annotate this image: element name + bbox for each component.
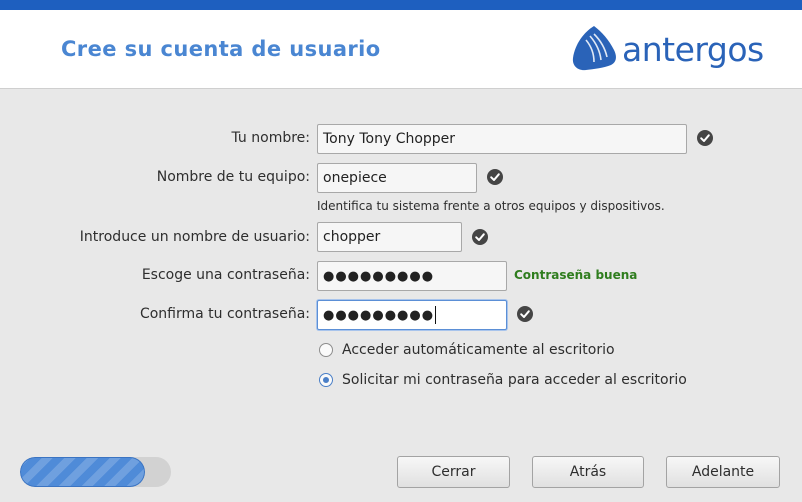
name-field[interactable]: Tony Tony Chopper	[317, 124, 687, 154]
hostname-hint: Identifica tu sistema frente a otros equ…	[317, 199, 665, 213]
password-label: Escoge una contraseña:	[141, 267, 310, 283]
install-progress-bar	[20, 457, 171, 487]
username-valid-check-icon	[472, 229, 488, 245]
username-field[interactable]: chopper	[317, 222, 462, 252]
password-masked-value: ●●●●●●●●●	[323, 269, 435, 284]
confirm-password-label: Confirma tu contraseña:	[139, 306, 310, 322]
radio-auto-login-button[interactable]	[319, 343, 333, 357]
radio-auto-login-label: Acceder automáticamente al escritorio	[342, 342, 615, 358]
next-button[interactable]: Adelante	[666, 456, 780, 488]
top-accent-bar	[0, 0, 802, 10]
radio-require-password-button[interactable]	[319, 373, 333, 387]
name-valid-check-icon	[697, 130, 713, 146]
radio-require-password-label: Solicitar mi contraseña para acceder al …	[342, 372, 687, 388]
password-field[interactable]: ●●●●●●●●●	[317, 261, 507, 291]
password-strength-label: Contraseña buena	[514, 268, 638, 282]
antergos-logo: antergos	[570, 24, 764, 82]
page-title: Cree su cuenta de usuario	[61, 37, 381, 61]
antergos-logo-icon	[572, 26, 616, 71]
hostname-field[interactable]: onepiece	[317, 163, 477, 193]
radio-require-password[interactable]: Solicitar mi contraseña para acceder al …	[319, 372, 687, 388]
text-caret	[435, 306, 437, 324]
username-label: Introduce un nombre de usuario:	[79, 229, 310, 245]
install-progress-fill	[20, 457, 146, 487]
confirm-password-field[interactable]: ●●●●●●●●●	[317, 300, 507, 330]
header: Cree su cuenta de usuario antergos	[0, 10, 802, 89]
hostname-valid-check-icon	[487, 169, 503, 185]
hostname-label: Nombre de tu equipo:	[156, 169, 310, 185]
back-button[interactable]: Atrás	[532, 456, 644, 488]
confirm-password-masked-value: ●●●●●●●●●	[323, 308, 435, 323]
confirm-valid-check-icon	[517, 306, 533, 322]
name-label: Tu nombre:	[231, 130, 311, 146]
logo-text: antergos	[622, 30, 764, 69]
radio-auto-login[interactable]: Acceder automáticamente al escritorio	[319, 342, 615, 358]
close-button[interactable]: Cerrar	[397, 456, 510, 488]
